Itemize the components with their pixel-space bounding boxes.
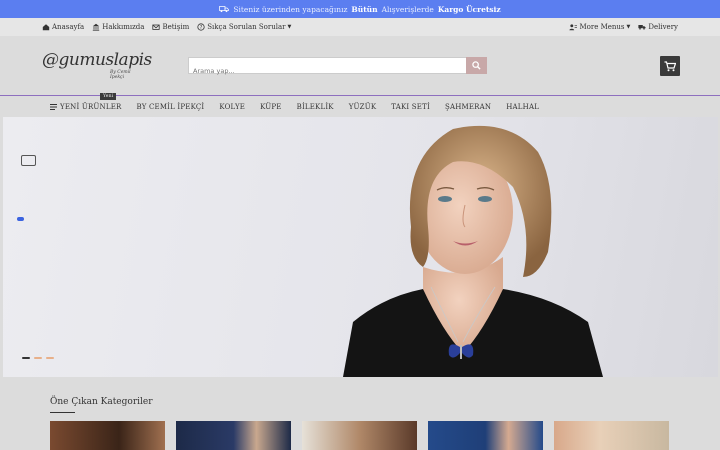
promo-text: Siteniz üzerinden yapacağınız bbox=[233, 4, 348, 14]
category-tile[interactable] bbox=[302, 421, 417, 450]
slider-dot[interactable] bbox=[46, 357, 54, 359]
featured-categories: Öne Çıkan Kategoriler bbox=[0, 377, 720, 450]
cart-icon bbox=[664, 60, 676, 71]
slider-dot[interactable] bbox=[22, 357, 30, 359]
category-tile[interactable] bbox=[554, 421, 669, 450]
category-by-cemil-ipekci[interactable]: BY CEMİL İPEKÇİ bbox=[136, 103, 204, 111]
nav-home-link[interactable]: Anasayfa bbox=[42, 23, 84, 31]
slider-dot[interactable] bbox=[34, 357, 42, 359]
category-tile[interactable] bbox=[50, 421, 165, 450]
truck-icon bbox=[219, 6, 230, 13]
more-menus-dropdown[interactable]: More Menus ▼ bbox=[569, 23, 630, 31]
site-logo[interactable]: @gumuslapis By Cemil İpekçi bbox=[42, 50, 152, 80]
site-header: @gumuslapis By Cemil İpekçi bbox=[0, 36, 720, 95]
search-input[interactable] bbox=[189, 63, 459, 79]
nav-about-label: Hakkımızda bbox=[102, 23, 145, 31]
home-icon bbox=[42, 24, 50, 31]
category-necklace[interactable]: KOLYE bbox=[219, 103, 245, 111]
promo-bar: Siteniz üzerinden yapacağınız Bütün Alış… bbox=[0, 0, 720, 18]
nav-about-link[interactable]: Hakkımızda bbox=[92, 23, 144, 31]
slider-control-box[interactable] bbox=[21, 155, 36, 166]
category-label: HALHAL bbox=[506, 102, 540, 111]
nav-contact-label: Betişim bbox=[162, 23, 190, 31]
search-icon bbox=[472, 61, 481, 70]
logo-subtitle: By Cemil İpekçi bbox=[110, 70, 131, 80]
category-bracelet[interactable]: BİLEKLİK bbox=[297, 103, 334, 111]
mail-icon bbox=[152, 24, 161, 30]
promo-highlight-shipping: Kargo Ücretsiz bbox=[437, 4, 501, 14]
category-tile[interactable] bbox=[428, 421, 543, 450]
category-label: KOLYE bbox=[219, 102, 246, 111]
users-icon bbox=[569, 24, 578, 31]
search-bar bbox=[188, 57, 487, 79]
hero-slider[interactable] bbox=[3, 117, 718, 377]
category-label: BİLEKLİK bbox=[296, 102, 334, 111]
search-button[interactable] bbox=[466, 57, 487, 74]
slider-dots bbox=[22, 357, 54, 359]
slider-indicator[interactable] bbox=[17, 217, 24, 221]
caret-down-icon: ▼ bbox=[287, 24, 292, 30]
nav-faq-link[interactable]: ? Sıkça Sorulan Sorular ▼ bbox=[197, 23, 291, 31]
category-nav: Yeni YENİ ÜRÜNLER BY CEMİL İPEKÇİ KOLYE … bbox=[0, 93, 720, 117]
bank-icon bbox=[93, 23, 100, 31]
question-icon: ? bbox=[197, 23, 205, 31]
cart-button[interactable] bbox=[660, 56, 680, 76]
promo-middle: Alışverişlerde bbox=[381, 4, 434, 14]
category-anklet[interactable]: HALHAL bbox=[506, 103, 539, 111]
more-menus-label: More Menus bbox=[579, 23, 625, 31]
list-icon bbox=[50, 103, 57, 110]
category-label: ŞAHMERAN bbox=[444, 102, 492, 111]
category-sahmeran[interactable]: ŞAHMERAN bbox=[445, 103, 491, 111]
category-jewelry-set[interactable]: TAKI SETİ bbox=[391, 103, 430, 111]
category-label: YENİ ÜRÜNLER bbox=[60, 102, 122, 111]
top-nav: Anasayfa Hakkımızda Betişim ? Sıkça Soru… bbox=[0, 18, 720, 36]
nav-contact-link[interactable]: Betişim bbox=[152, 23, 189, 31]
featured-title: Öne Çıkan Kategoriler bbox=[50, 397, 153, 407]
promo-highlight-all: Bütün bbox=[351, 4, 378, 14]
category-new-products[interactable]: YENİ ÜRÜNLER bbox=[50, 103, 121, 111]
hero-model-image bbox=[343, 125, 603, 377]
caret-down-icon: ▼ bbox=[626, 24, 631, 30]
delivery-label: Delivery bbox=[648, 23, 678, 31]
category-ring[interactable]: YÜZÜK bbox=[349, 103, 377, 111]
nav-faq-label: Sıkça Sorulan Sorular bbox=[207, 23, 286, 31]
category-label: BY CEMİL İPEKÇİ bbox=[136, 102, 205, 111]
category-label: YÜZÜK bbox=[348, 102, 377, 111]
truck-icon bbox=[638, 25, 646, 30]
title-underline bbox=[50, 412, 75, 413]
category-tile[interactable] bbox=[176, 421, 291, 450]
delivery-link[interactable]: Delivery bbox=[638, 23, 678, 31]
category-earring[interactable]: KÜPE bbox=[260, 103, 282, 111]
category-label: TAKI SETİ bbox=[391, 102, 430, 111]
category-label: KÜPE bbox=[260, 102, 282, 111]
nav-home-label: Anasayfa bbox=[52, 23, 85, 31]
logo-text: @gumuslapis bbox=[42, 50, 152, 70]
